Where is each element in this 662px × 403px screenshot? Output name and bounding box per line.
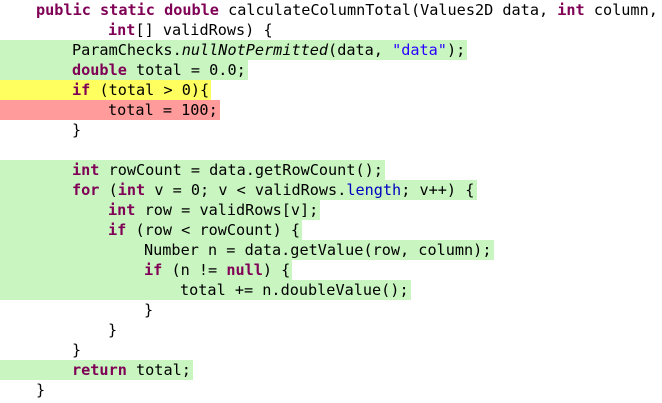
token-str: "data": [392, 41, 447, 59]
code-text: Number n = data.getValue(row, column);: [144, 240, 491, 260]
token-kw: int: [117, 181, 146, 199]
token: row = validRows[v];: [135, 201, 319, 219]
code-text: }: [108, 320, 117, 340]
code-line: public static double calculateColumnTota…: [0, 0, 662, 20]
token-kw: if: [72, 81, 91, 99]
token: (: [99, 181, 118, 199]
token: [] validRows) {: [135, 21, 273, 39]
code-text: }: [144, 300, 153, 320]
token-kw: public: [36, 1, 91, 19]
code-text: for (int v = 0; v < validRows.length; v+…: [72, 180, 474, 200]
token-kw: return: [72, 361, 127, 379]
code-line: for (int v = 0; v < validRows.length; v+…: [0, 180, 662, 200]
token: }: [144, 301, 154, 319]
code-line: int[] validRows) {: [0, 20, 662, 40]
code-line: int row = validRows[v];: [0, 200, 662, 220]
token-kw: int: [108, 21, 136, 39]
code-line: Number n = data.getValue(row, column);: [0, 240, 662, 260]
code-line: }: [0, 120, 662, 140]
token-kw: double: [164, 1, 219, 19]
token: ; v++) {: [401, 181, 475, 199]
token: Number n = data.getValue(row, column);: [144, 241, 492, 259]
code-line: double total = 0.0;: [0, 60, 662, 80]
code-text: if (total > 0){: [72, 80, 209, 100]
token-kw: static: [100, 1, 155, 19]
code-text: }: [72, 340, 81, 360]
code-text: }: [72, 120, 81, 140]
token-kw: int: [557, 1, 585, 19]
token: total;: [126, 361, 191, 379]
code-line: return total;: [0, 360, 662, 380]
code-line: if (n != null) {: [0, 260, 662, 280]
token: calculateColumnTotal(Values2D data,: [218, 1, 558, 19]
token-kw: double: [72, 61, 127, 79]
token: }: [108, 321, 118, 339]
token: column,: [584, 1, 658, 19]
token-kw: int: [72, 161, 100, 179]
code-line: if (row < rowCount) {: [0, 220, 662, 240]
code-text: if (row < rowCount) {: [108, 220, 300, 240]
code-line: ParamChecks.nullNotPermitted(data, "data…: [0, 40, 662, 60]
token-kw: if: [144, 261, 163, 279]
code-line: int rowCount = data.getRowCount();: [0, 160, 662, 180]
code-text: if (n != null) {: [144, 260, 290, 280]
code-text: public static double calculateColumnTota…: [36, 0, 658, 20]
code-text: int[] validRows) {: [108, 20, 273, 40]
code-line: total = 100;: [0, 100, 662, 120]
token: v = 0; v < validRows.: [145, 181, 347, 199]
code-line: if (total > 0){: [0, 80, 662, 100]
code-line: }: [0, 300, 662, 320]
token-kw: null: [226, 261, 263, 279]
token: }: [36, 381, 46, 399]
token-it: nullNotPermitted: [181, 41, 329, 59]
token-kw: for: [72, 181, 100, 199]
code-line: }: [0, 380, 662, 400]
token: (data,: [328, 41, 393, 59]
token-kw: int: [108, 201, 136, 219]
token: (n !=: [162, 261, 227, 279]
token: rowCount = data.getRowCount();: [99, 161, 383, 179]
code-line: }: [0, 340, 662, 360]
code-text: ParamChecks.nullNotPermitted(data, "data…: [72, 40, 465, 60]
token: ) {: [262, 261, 291, 279]
code-text: double total = 0.0;: [72, 60, 246, 80]
token: }: [72, 121, 82, 139]
code-text: total = 100;: [108, 100, 218, 120]
token: ParamChecks.: [72, 41, 182, 59]
token: }: [72, 341, 82, 359]
code-line: }: [0, 320, 662, 340]
code-editor[interactable]: public static double calculateColumnTota…: [0, 0, 662, 403]
code-text: }: [36, 380, 45, 400]
token: total += n.doubleValue();: [180, 281, 409, 299]
token-kw: if: [108, 221, 127, 239]
token: (total > 0){: [90, 81, 210, 99]
code-text: return total;: [72, 360, 191, 380]
code-text: int rowCount = data.getRowCount();: [72, 160, 383, 180]
code-text: total += n.doubleValue();: [180, 280, 409, 300]
token-fld: length: [346, 181, 402, 199]
code-line: total += n.doubleValue();: [0, 280, 662, 300]
token: total = 100;: [108, 101, 218, 119]
token: (row < rowCount) {: [126, 221, 301, 239]
code-text: int row = validRows[v];: [108, 200, 318, 220]
token: total = 0.0;: [126, 61, 246, 79]
token: );: [446, 41, 466, 59]
